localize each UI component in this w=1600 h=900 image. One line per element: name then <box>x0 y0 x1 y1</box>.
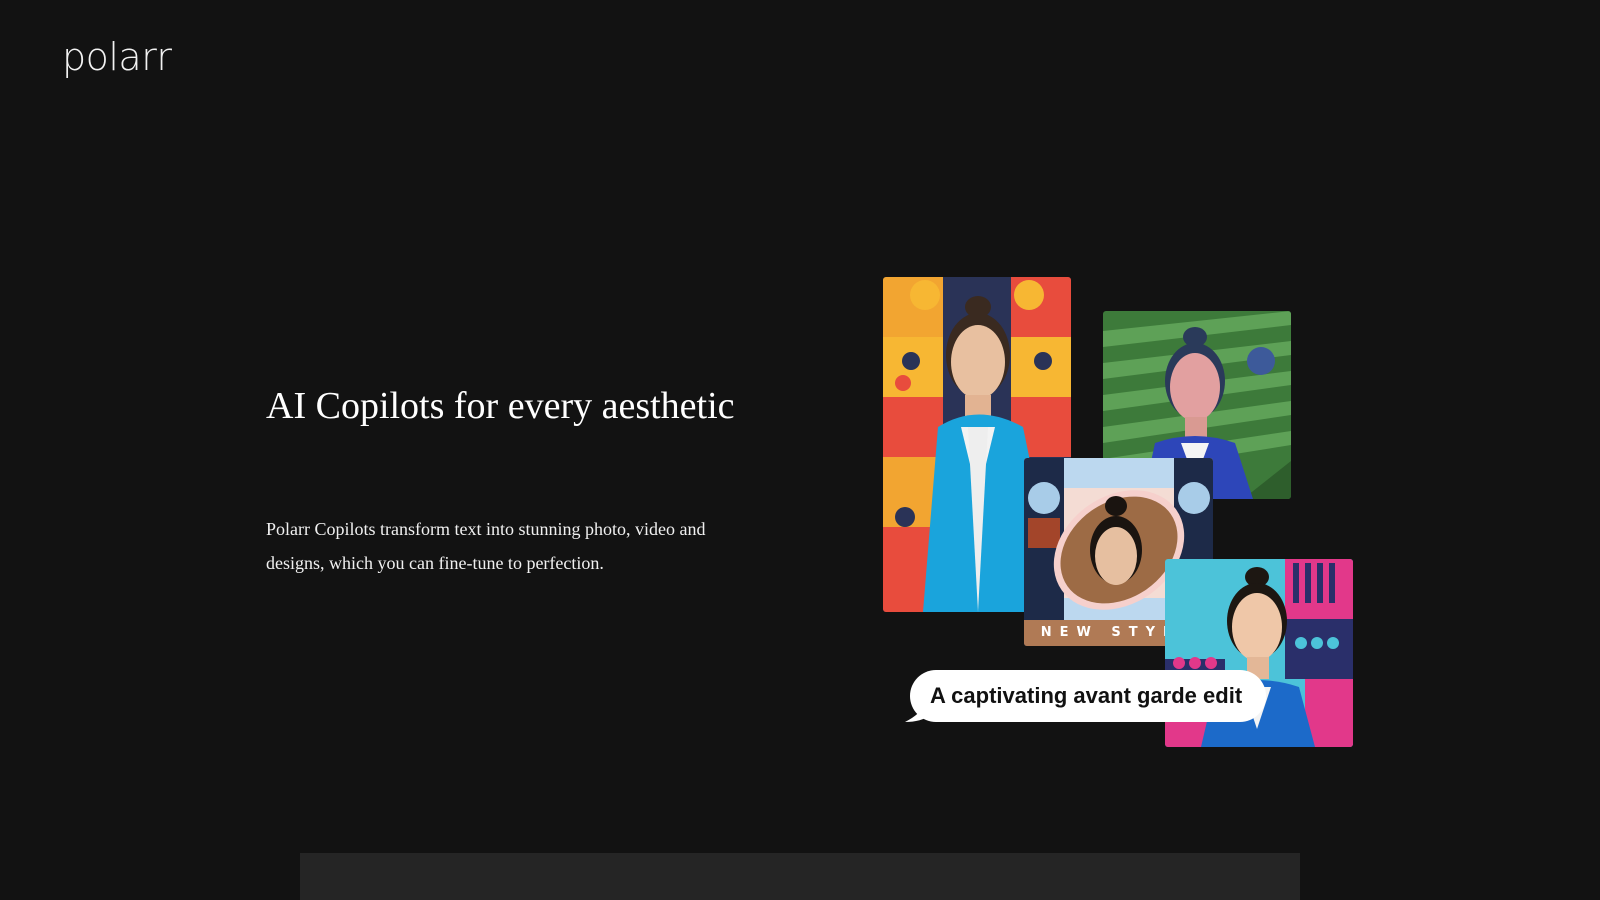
hero-headline: AI Copilots for every aesthetic <box>266 385 735 427</box>
polarr-logo[interactable]: polarr <box>62 38 172 76</box>
hero-description: Polarr Copilots transform text into stun… <box>266 519 706 573</box>
page: polarr AI Copilots for every aesthetic P… <box>0 0 1600 900</box>
speech-bubble-tail-icon <box>905 700 931 722</box>
style-collage: NEW STYLE A captivating avant garde edit <box>0 0 1600 900</box>
pink-geometric-portrait-image <box>1165 559 1353 747</box>
bottom-panel <box>300 853 1300 900</box>
